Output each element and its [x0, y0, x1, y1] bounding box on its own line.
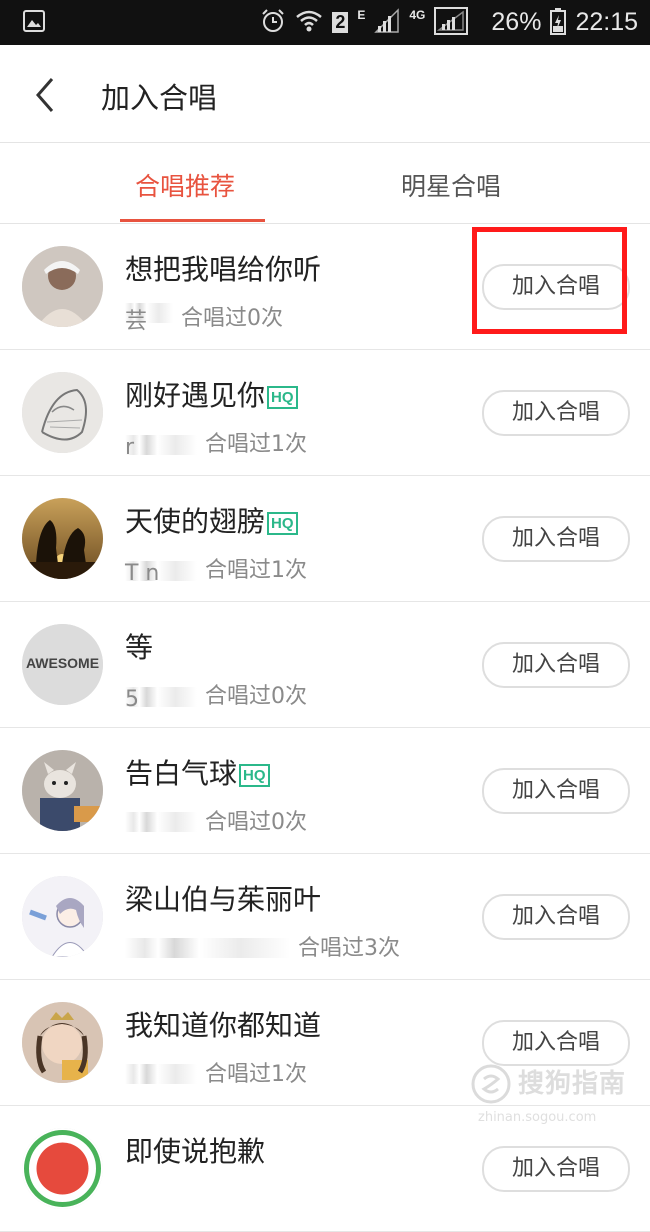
- alarm-icon: [260, 8, 286, 38]
- song-title: 告白气球 HQ: [125, 752, 270, 792]
- username: [125, 938, 290, 958]
- tab-bar: 合唱推荐 明星合唱: [0, 143, 650, 224]
- join-chorus-button[interactable]: 加入合唱: [482, 642, 630, 688]
- signal-icon-2: [434, 6, 469, 39]
- song-meta: 合唱过0次: [125, 804, 307, 836]
- join-chorus-button[interactable]: 加入合唱: [482, 1146, 630, 1192]
- username: r: [125, 435, 197, 460]
- avatar: [22, 876, 103, 957]
- list-item[interactable]: 天使的翅膀 HQ T n 合唱过1次 加入合唱: [0, 476, 650, 602]
- join-chorus-button[interactable]: 加入合唱: [482, 768, 630, 814]
- network-type-e: E: [357, 8, 366, 22]
- chorus-count: 合唱过0次: [181, 306, 283, 331]
- chevron-left-icon: [36, 78, 54, 112]
- watermark-text: 搜狗指南: [518, 1069, 627, 1099]
- join-chorus-button[interactable]: 加入合唱: [482, 1020, 630, 1066]
- chorus-count: 合唱过1次: [205, 558, 307, 583]
- chorus-count: 合唱过1次: [205, 1062, 307, 1087]
- avatar: [22, 1002, 103, 1083]
- back-button[interactable]: [28, 75, 62, 115]
- status-bar: 2 E 4G 26% 22:15: [0, 0, 650, 45]
- tab-active-indicator: [120, 219, 265, 222]
- wifi-icon: [295, 8, 323, 38]
- username: [125, 812, 197, 832]
- song-meta: r 合唱过1次: [125, 426, 307, 460]
- chorus-count: 合唱过0次: [205, 684, 307, 709]
- username: T n: [125, 561, 197, 586]
- song-title: 梁山伯与茱丽叶: [125, 883, 322, 916]
- hq-badge: HQ: [239, 764, 270, 787]
- sim-badge: 2: [332, 12, 349, 33]
- list-item[interactable]: AWESOME 等 5 合唱过0次 加入合唱: [0, 602, 650, 728]
- battery-percent: 26%: [491, 8, 542, 36]
- list-item[interactable]: 告白气球 HQ 合唱过0次 加入合唱: [0, 728, 650, 854]
- watermark-url: zhinan.sogou.com: [478, 1110, 597, 1125]
- join-chorus-button[interactable]: 加入合唱: [482, 390, 630, 436]
- avatar: [22, 372, 103, 453]
- avatar: [22, 498, 103, 579]
- hq-badge: HQ: [267, 386, 298, 409]
- song-meta: 合唱过1次: [125, 1056, 307, 1088]
- page-title: 加入合唱: [101, 81, 218, 115]
- tab-recommended-chorus[interactable]: 合唱推荐: [135, 167, 235, 203]
- song-meta: 合唱过3次: [125, 930, 400, 962]
- song-meta: 5 合唱过0次: [125, 678, 307, 712]
- song-title: 想把我唱给你听: [125, 253, 322, 286]
- username: 芸: [125, 303, 173, 334]
- highlight-annotation: [472, 227, 627, 334]
- tab-star-chorus[interactable]: 明星合唱: [401, 167, 501, 203]
- chorus-count: 合唱过0次: [205, 810, 307, 835]
- signal-icon: [374, 7, 400, 38]
- song-meta: T n 合唱过1次: [125, 552, 307, 586]
- svg-text:AWESOME: AWESOME: [26, 655, 99, 671]
- song-title: 我知道你都知道: [125, 1009, 322, 1042]
- network-type-4g: 4G: [409, 8, 426, 22]
- song-title: 即使说抱歉: [125, 1135, 266, 1168]
- username: [125, 1064, 197, 1084]
- username: 5: [125, 687, 197, 712]
- clock: 22:15: [575, 8, 638, 36]
- sogou-watermark-icon: [470, 1063, 512, 1105]
- song-title: 等: [125, 631, 154, 664]
- avatar: AWESOME: [22, 624, 103, 705]
- list-item[interactable]: 梁山伯与茱丽叶 合唱过3次 加入合唱: [0, 854, 650, 980]
- gallery-icon: [23, 10, 45, 32]
- join-chorus-button[interactable]: 加入合唱: [482, 894, 630, 940]
- battery-icon: [550, 7, 567, 39]
- chorus-count: 合唱过1次: [205, 432, 307, 457]
- avatar: [22, 750, 103, 831]
- list-item[interactable]: 刚好遇见你 HQ r 合唱过1次 加入合唱: [0, 350, 650, 476]
- song-meta: 芸 合唱过0次: [125, 300, 283, 334]
- song-title: 天使的翅膀 HQ: [125, 500, 298, 540]
- avatar: [22, 1128, 103, 1209]
- chorus-count: 合唱过3次: [298, 936, 400, 961]
- song-title: 刚好遇见你 HQ: [125, 374, 298, 414]
- header-bar: 加入合唱: [0, 45, 650, 143]
- avatar: [22, 246, 103, 327]
- join-chorus-button[interactable]: 加入合唱: [482, 516, 630, 562]
- hq-badge: HQ: [267, 512, 298, 535]
